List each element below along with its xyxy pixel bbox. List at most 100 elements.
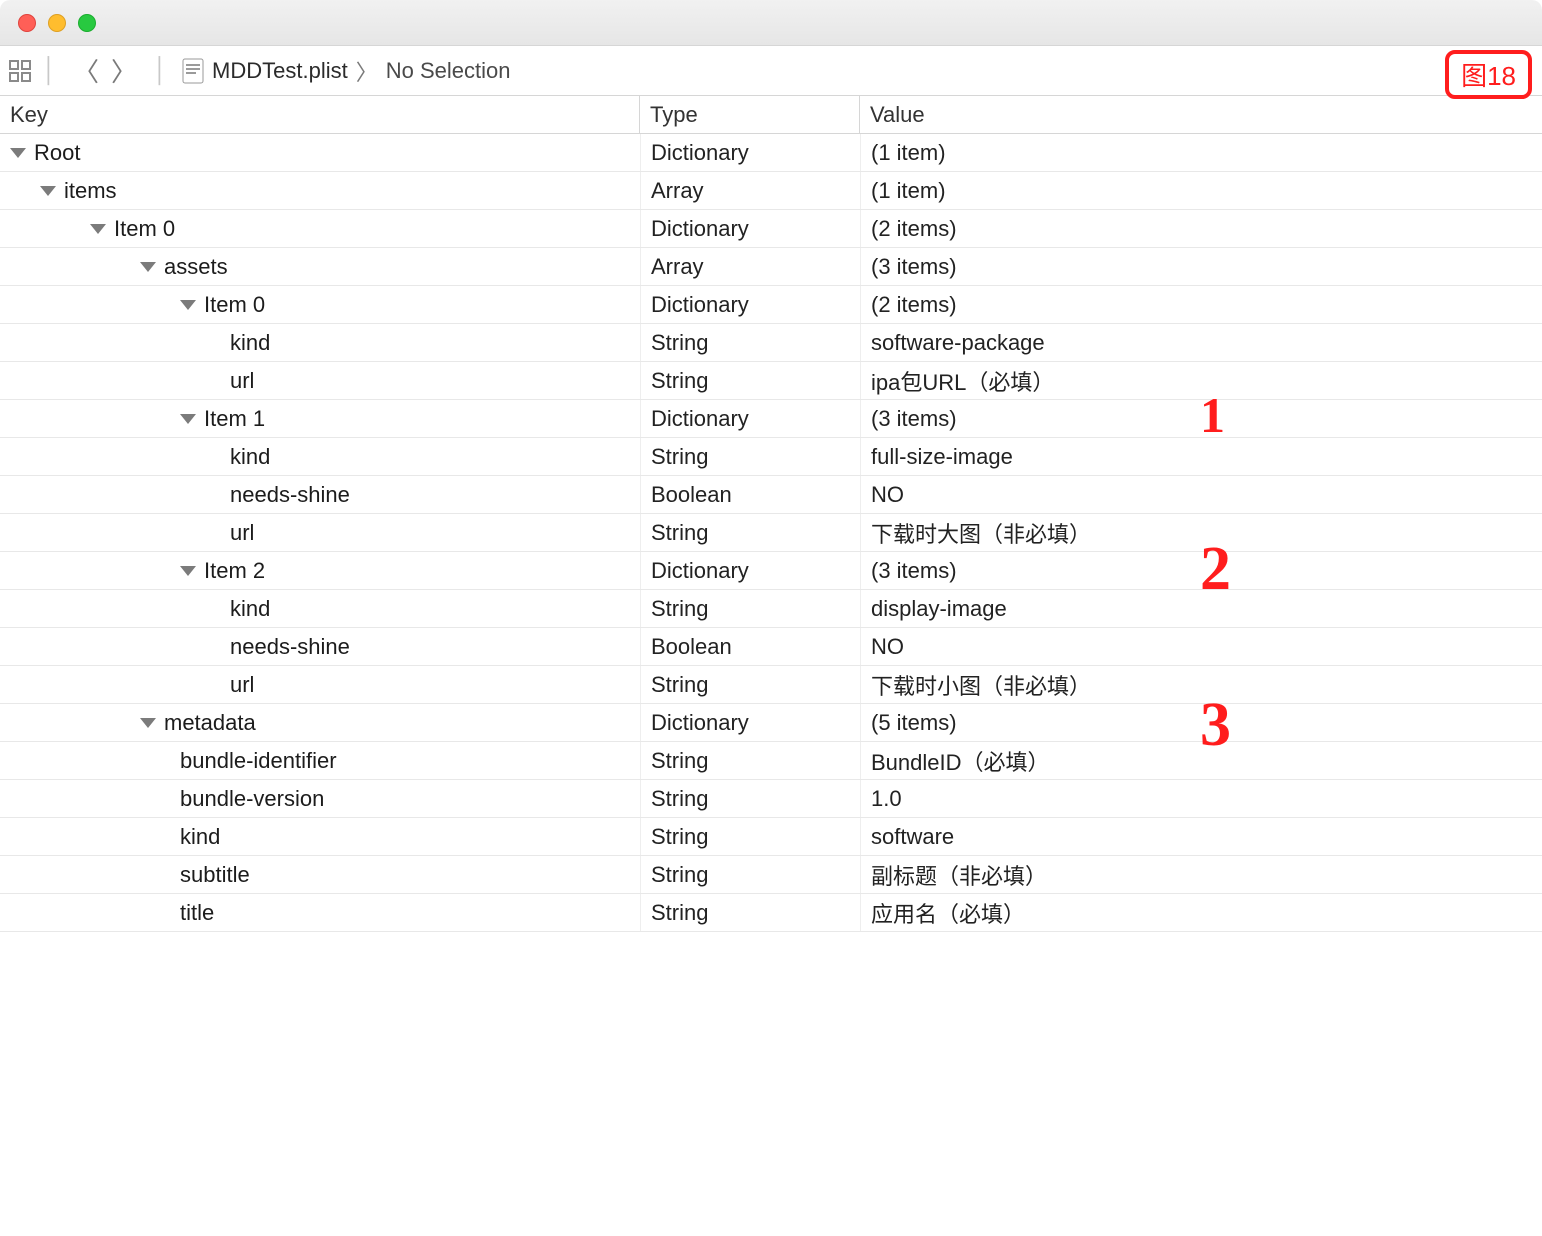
disclosure-triangle-icon[interactable]: [140, 718, 156, 728]
table-row[interactable]: Item 0Dictionary(2 items): [0, 286, 1542, 324]
disclosure-triangle-icon[interactable]: [180, 566, 196, 576]
key-cell[interactable]: Item 2: [0, 558, 640, 584]
value-cell[interactable]: ipa包URL（必填）: [860, 362, 1542, 399]
type-cell[interactable]: String: [640, 666, 860, 703]
table-row[interactable]: urlString下载时大图（非必填）: [0, 514, 1542, 552]
type-cell[interactable]: String: [640, 438, 860, 475]
value-cell[interactable]: 下载时小图（非必填）: [860, 666, 1542, 703]
key-cell[interactable]: kind: [0, 444, 640, 470]
key-cell[interactable]: title: [0, 900, 640, 926]
table-row[interactable]: bundle-versionString1.0: [0, 780, 1542, 818]
value-cell[interactable]: display-image: [860, 590, 1542, 627]
key-cell[interactable]: bundle-identifier: [0, 748, 640, 774]
column-header-type[interactable]: Type: [640, 96, 860, 133]
table-row[interactable]: Item 2Dictionary(3 items): [0, 552, 1542, 590]
table-row[interactable]: subtitleString副标题（非必填）: [0, 856, 1542, 894]
value-cell[interactable]: NO: [860, 476, 1542, 513]
value-cell[interactable]: 应用名（必填）: [860, 894, 1542, 931]
disclosure-triangle-icon[interactable]: [90, 224, 106, 234]
type-cell[interactable]: Boolean: [640, 476, 860, 513]
type-cell[interactable]: Dictionary: [640, 286, 860, 323]
nav-forward-button[interactable]: 〉: [105, 52, 143, 89]
related-items-icon[interactable]: [8, 59, 32, 83]
value-cell[interactable]: (1 item): [860, 134, 1542, 171]
disclosure-triangle-icon[interactable]: [180, 300, 196, 310]
table-row[interactable]: kindStringsoftware: [0, 818, 1542, 856]
table-row[interactable]: RootDictionary(1 item): [0, 134, 1542, 172]
key-cell[interactable]: kind: [0, 596, 640, 622]
table-row[interactable]: kindStringdisplay-image: [0, 590, 1542, 628]
table-row[interactable]: Item 0Dictionary(2 items): [0, 210, 1542, 248]
disclosure-triangle-icon[interactable]: [140, 262, 156, 272]
key-cell[interactable]: subtitle: [0, 862, 640, 888]
value-cell[interactable]: software: [860, 818, 1542, 855]
value-cell[interactable]: (3 items): [860, 552, 1542, 589]
key-cell[interactable]: Item 0: [0, 216, 640, 242]
type-cell[interactable]: String: [640, 324, 860, 361]
value-cell[interactable]: software-package: [860, 324, 1542, 361]
breadcrumb-file[interactable]: MDDTest.plist: [212, 58, 348, 84]
close-window-button[interactable]: [18, 14, 36, 32]
column-header-key[interactable]: Key: [0, 96, 640, 133]
value-cell[interactable]: (3 items): [860, 400, 1542, 437]
nav-back-button[interactable]: 〈: [67, 52, 105, 89]
key-cell[interactable]: needs-shine: [0, 482, 640, 508]
type-cell[interactable]: Dictionary: [640, 704, 860, 741]
type-cell[interactable]: String: [640, 742, 860, 779]
type-cell[interactable]: Boolean: [640, 628, 860, 665]
zoom-window-button[interactable]: [78, 14, 96, 32]
table-row[interactable]: kindStringsoftware-package: [0, 324, 1542, 362]
key-cell[interactable]: Root: [0, 140, 640, 166]
table-row[interactable]: assetsArray(3 items): [0, 248, 1542, 286]
disclosure-triangle-icon[interactable]: [40, 186, 56, 196]
value-cell[interactable]: 下载时大图（非必填）: [860, 514, 1542, 551]
key-cell[interactable]: Item 0: [0, 292, 640, 318]
value-cell[interactable]: (3 items): [860, 248, 1542, 285]
value-cell[interactable]: full-size-image: [860, 438, 1542, 475]
table-row[interactable]: Item 1Dictionary(3 items): [0, 400, 1542, 438]
key-cell[interactable]: items: [0, 178, 640, 204]
key-cell[interactable]: metadata: [0, 710, 640, 736]
table-row[interactable]: urlStringipa包URL（必填）: [0, 362, 1542, 400]
table-row[interactable]: needs-shineBooleanNO: [0, 476, 1542, 514]
disclosure-triangle-icon[interactable]: [180, 414, 196, 424]
key-cell[interactable]: kind: [0, 824, 640, 850]
type-cell[interactable]: String: [640, 780, 860, 817]
type-cell[interactable]: Dictionary: [640, 210, 860, 247]
table-row[interactable]: needs-shineBooleanNO: [0, 628, 1542, 666]
value-cell[interactable]: NO: [860, 628, 1542, 665]
key-cell[interactable]: url: [0, 672, 640, 698]
key-cell[interactable]: bundle-version: [0, 786, 640, 812]
type-cell[interactable]: String: [640, 818, 860, 855]
key-cell[interactable]: kind: [0, 330, 640, 356]
type-cell[interactable]: String: [640, 894, 860, 931]
key-cell[interactable]: url: [0, 520, 640, 546]
key-cell[interactable]: Item 1: [0, 406, 640, 432]
type-cell[interactable]: Array: [640, 172, 860, 209]
type-cell[interactable]: Dictionary: [640, 134, 860, 171]
table-row[interactable]: bundle-identifierStringBundleID（必填）: [0, 742, 1542, 780]
value-cell[interactable]: 1.0: [860, 780, 1542, 817]
type-cell[interactable]: String: [640, 856, 860, 893]
minimize-window-button[interactable]: [48, 14, 66, 32]
table-row[interactable]: itemsArray(1 item): [0, 172, 1542, 210]
type-cell[interactable]: Array: [640, 248, 860, 285]
type-cell[interactable]: Dictionary: [640, 552, 860, 589]
table-row[interactable]: urlString下载时小图（非必填）: [0, 666, 1542, 704]
value-cell[interactable]: (1 item): [860, 172, 1542, 209]
key-cell[interactable]: assets: [0, 254, 640, 280]
type-cell[interactable]: String: [640, 362, 860, 399]
key-cell[interactable]: url: [0, 368, 640, 394]
disclosure-triangle-icon[interactable]: [10, 148, 26, 158]
table-row[interactable]: kindStringfull-size-image: [0, 438, 1542, 476]
key-cell[interactable]: needs-shine: [0, 634, 640, 660]
table-row[interactable]: titleString应用名（必填）: [0, 894, 1542, 932]
value-cell[interactable]: BundleID（必填）: [860, 742, 1542, 779]
value-cell[interactable]: (2 items): [860, 210, 1542, 247]
table-row[interactable]: metadataDictionary(5 items): [0, 704, 1542, 742]
value-cell[interactable]: (5 items): [860, 704, 1542, 741]
column-header-value[interactable]: Value: [860, 96, 1542, 133]
type-cell[interactable]: Dictionary: [640, 400, 860, 437]
type-cell[interactable]: String: [640, 514, 860, 551]
type-cell[interactable]: String: [640, 590, 860, 627]
